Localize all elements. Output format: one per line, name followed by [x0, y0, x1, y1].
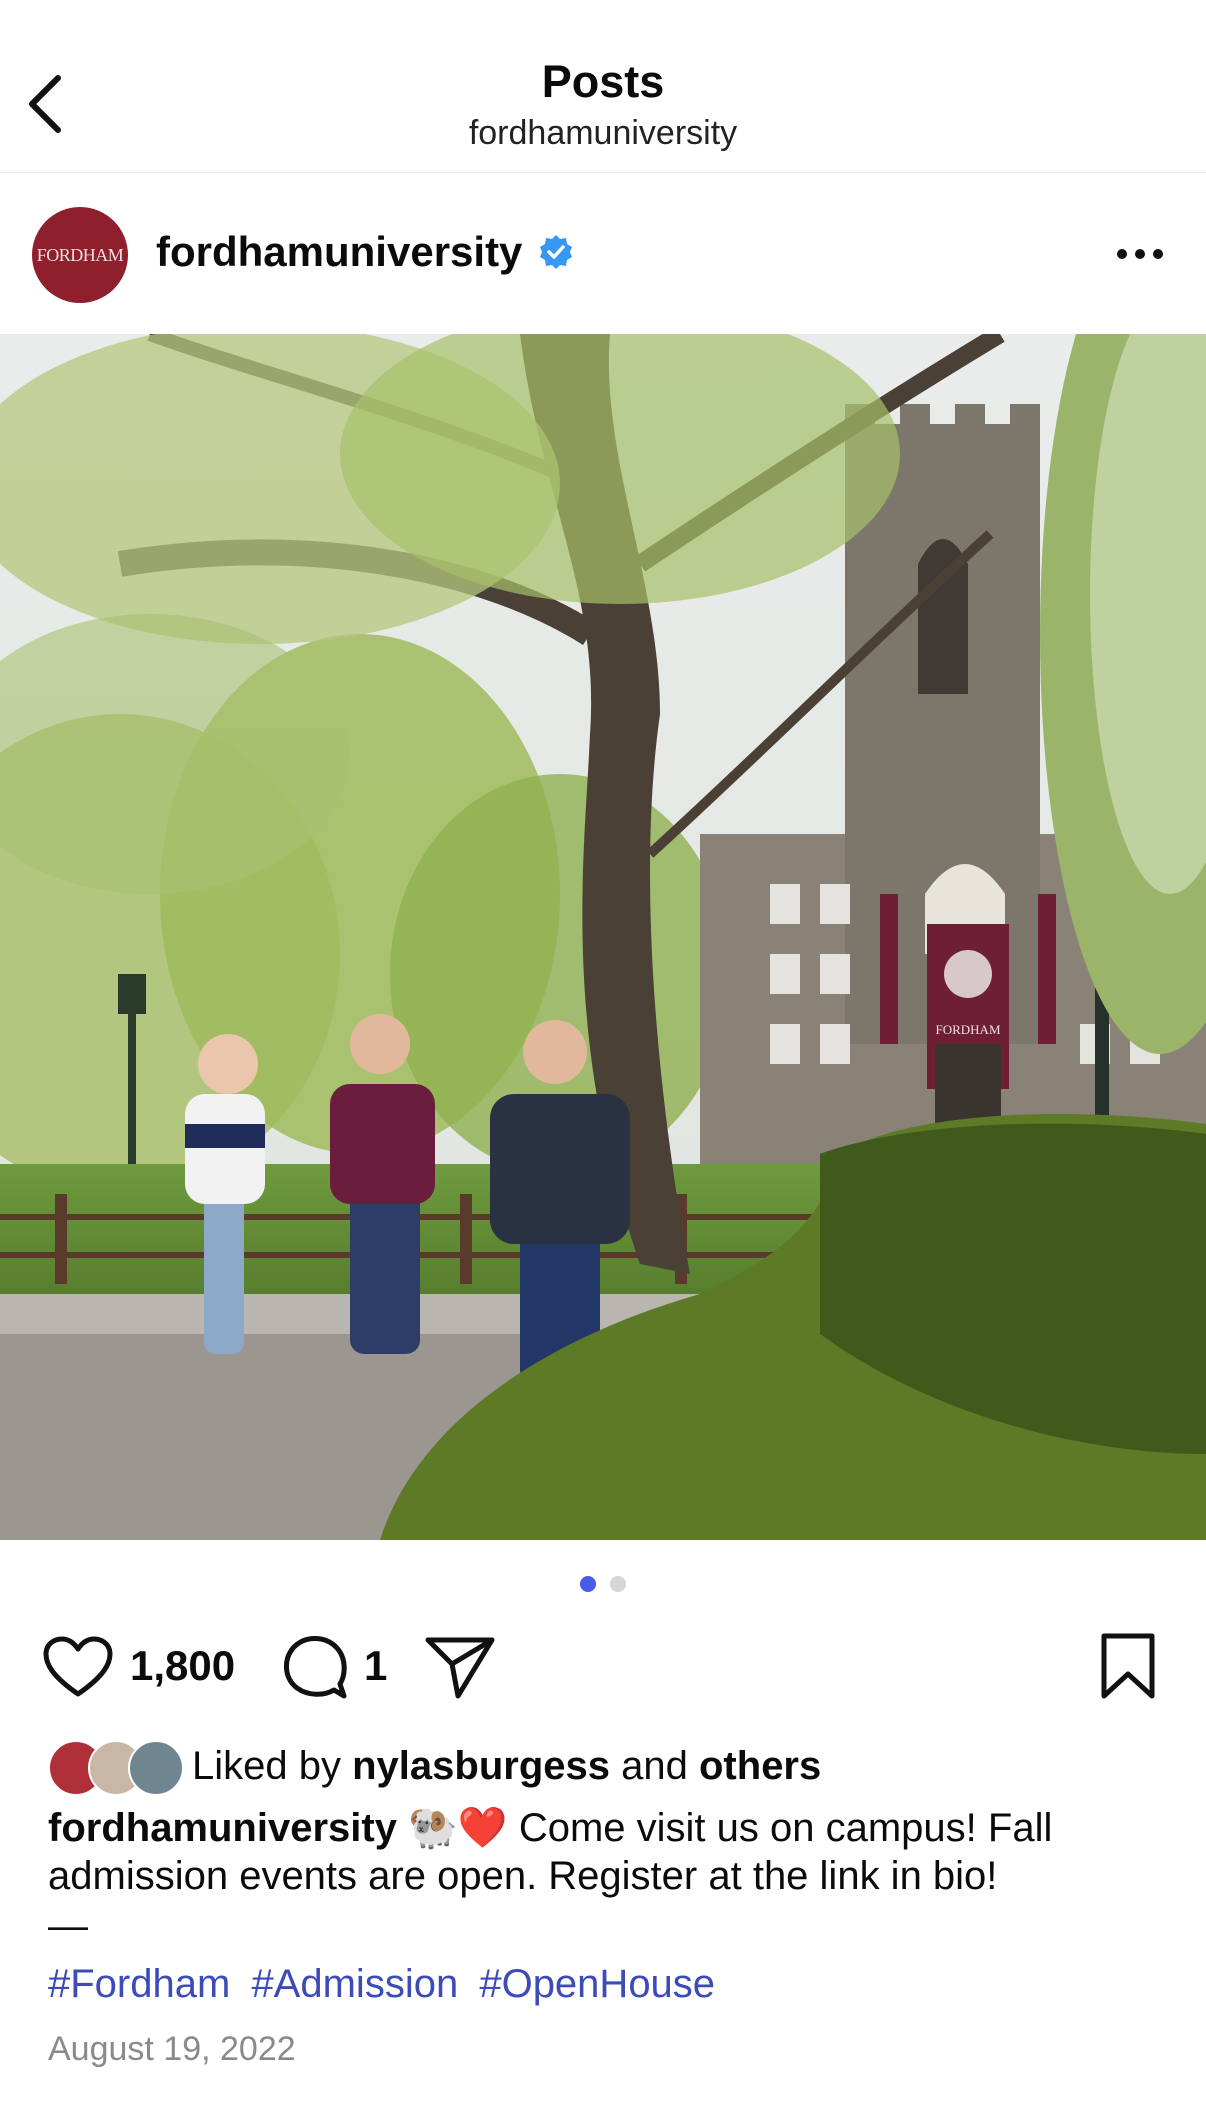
post-photo[interactable]: FORDHAM: [0, 334, 1206, 1540]
caption-emojis: 🐏❤️: [408, 1806, 508, 1850]
verified-badge-icon: [540, 235, 572, 269]
liked-by-conj: and: [621, 1744, 688, 1788]
page-title: Posts: [541, 56, 665, 107]
post-date: August 19, 2022: [48, 2030, 296, 2068]
more-options-icon[interactable]: [1112, 236, 1168, 272]
liked-by-prefix: Liked by: [192, 1744, 341, 1788]
hashtag-list: #Fordham #Admission #OpenHouse: [48, 1962, 725, 2007]
caption-username[interactable]: fordhamuniversity: [48, 1806, 397, 1850]
bookmark-icon[interactable]: [1098, 1632, 1158, 1700]
heart-icon[interactable]: [42, 1636, 114, 1700]
liked-by-others[interactable]: others: [699, 1744, 821, 1788]
hashtag-link[interactable]: #Admission: [251, 1962, 458, 2006]
like-count[interactable]: 1,800: [130, 1642, 235, 1690]
top-bar: Posts fordhamuniversity: [0, 0, 1206, 173]
caption-dash: —: [48, 1904, 88, 1948]
comment-count[interactable]: 1: [364, 1642, 387, 1690]
comment-icon[interactable]: [282, 1634, 348, 1700]
avatar-logo-text: FORDHAM: [36, 244, 124, 265]
carousel-dot: [610, 1576, 626, 1592]
liker-avatar: [128, 1740, 184, 1796]
post-username[interactable]: fordhamuniversity: [156, 228, 522, 276]
carousel-dot-active: [580, 1576, 596, 1592]
liker-avatars[interactable]: [48, 1740, 186, 1796]
profile-avatar[interactable]: FORDHAM: [32, 207, 128, 303]
building-banner-text: FORDHAM: [935, 1022, 1000, 1037]
hashtag-link[interactable]: #OpenHouse: [479, 1962, 715, 2006]
hashtag-link[interactable]: #Fordham: [48, 1962, 230, 2006]
campus-photo-illustration: FORDHAM: [0, 334, 1206, 1540]
page-subtitle: fordhamuniversity: [468, 114, 738, 152]
carousel-indicator: [0, 1576, 1206, 1592]
liked-by-text[interactable]: Liked by nylasburgess and others: [192, 1744, 821, 1789]
post-caption: fordhamuniversity 🐏❤️ Come visit us on c…: [48, 1804, 1168, 1900]
liked-by-user[interactable]: nylasburgess: [352, 1744, 610, 1788]
share-send-icon[interactable]: [424, 1634, 496, 1700]
